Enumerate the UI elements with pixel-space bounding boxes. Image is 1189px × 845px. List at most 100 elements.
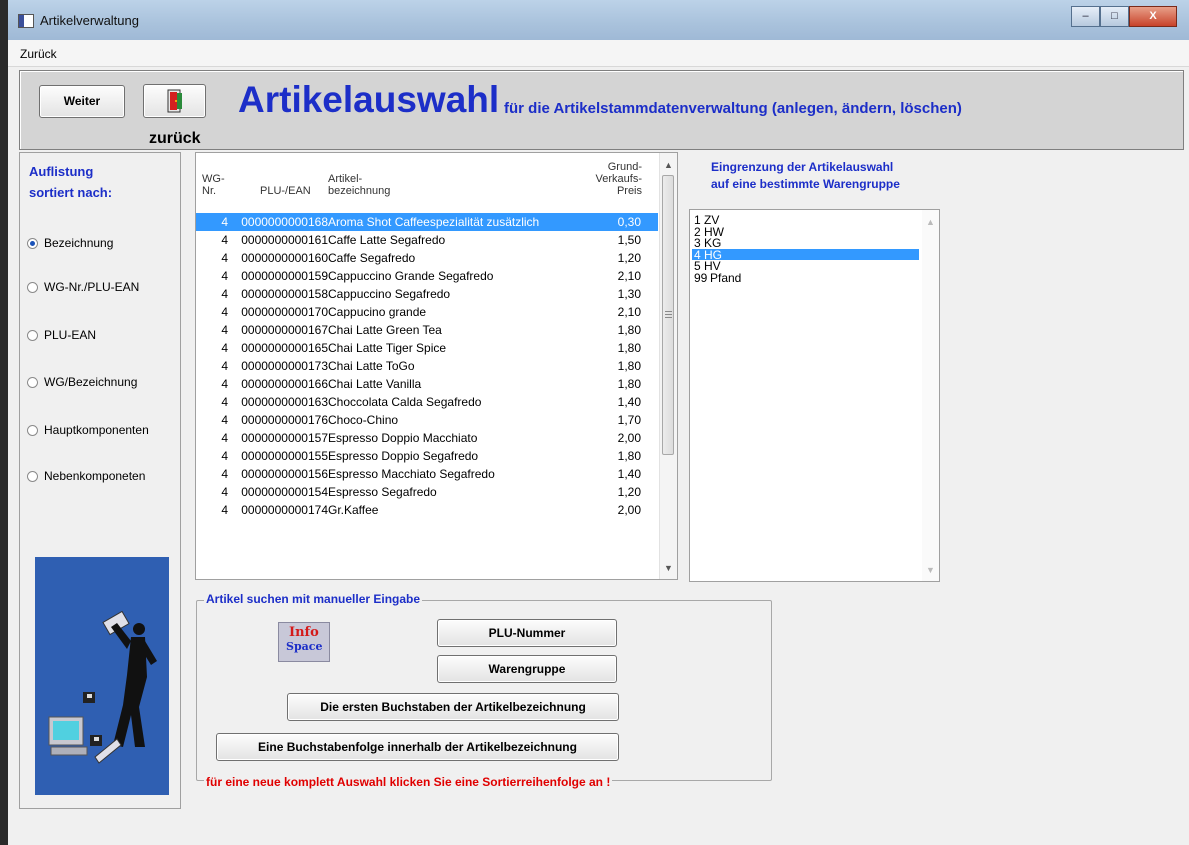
header-panel: Weiter zurück Artikelauswahl für die Art…: [19, 70, 1184, 150]
warengruppe-item[interactable]: 1 ZV: [692, 214, 919, 226]
article-plu: 0000000000173: [241, 359, 328, 373]
article-price: 1,80: [617, 341, 641, 355]
article-row[interactable]: 4 0000000000157 Espresso Doppio Macchiato 2…: [196, 429, 658, 447]
warengruppe-item[interactable]: 5 HV: [692, 260, 919, 272]
article-row[interactable]: 4 0000000000176 Choco-Chino 1,70: [196, 411, 658, 429]
minimize-button[interactable]: –: [1071, 6, 1100, 27]
menu-item-zurueck[interactable]: Zurück: [20, 47, 57, 61]
article-plu: 0000000000159: [241, 269, 328, 283]
sort-option-hauptkomponenten[interactable]: Hauptkomponenten: [27, 423, 149, 437]
scroll-up-arrow-icon[interactable]: ▲: [922, 214, 939, 231]
warengruppe-item[interactable]: 99 Pfand: [692, 272, 919, 284]
radio-button[interactable]: [27, 470, 38, 482]
article-row[interactable]: 4 0000000000174 Gr.Kaffee 2,00: [196, 501, 658, 519]
article-plu: 0000000000168: [241, 215, 328, 229]
sort-option-label: Nebenkomponeten: [44, 469, 146, 483]
header-price-line3: Preis: [616, 185, 642, 197]
warengruppe-item[interactable]: 4 HG: [692, 248, 919, 261]
sort-option-label: Hauptkomponenten: [44, 423, 149, 437]
warengruppe-list[interactable]: 1 ZV 2 HW 3 KG 4 HG 5 HV 99 Pfand ▲ ▼: [689, 209, 940, 582]
scroll-down-arrow-icon[interactable]: ▼: [922, 562, 939, 579]
article-price: 1,80: [617, 323, 641, 337]
article-row[interactable]: 4 0000000000159 Cappuccino Grande Segafred…: [196, 267, 658, 285]
article-name: Espresso Segafredo: [328, 485, 437, 499]
article-list-scrollbar[interactable]: ▲ ▼: [659, 153, 677, 579]
article-name: Espresso Doppio Segafredo: [328, 449, 479, 463]
article-row[interactable]: 4 0000000000161 Caffe Latte Segafredo 1,50: [196, 231, 658, 249]
sort-option-wg-plu[interactable]: WG-Nr./PLU-EAN: [27, 280, 139, 294]
article-list-header: WG- Nr. PLU-/EAN Artikel- bezeichnung Gr…: [196, 153, 658, 209]
warengruppe-item[interactable]: 2 HW: [692, 226, 919, 238]
article-plu: 0000000000174: [241, 503, 328, 517]
header-name-line1: Artikel-: [328, 173, 363, 185]
article-name: Aroma Shot Caffeespezialität zusätzlich: [328, 215, 540, 229]
article-price: 1,20: [617, 251, 641, 265]
warengruppe-item[interactable]: 3 KG: [692, 237, 919, 249]
article-row[interactable]: 4 0000000000155 Espresso Doppio Segafredo 1…: [196, 447, 658, 465]
article-price: 1,80: [617, 377, 641, 391]
header-wg-line1: WG-: [202, 173, 225, 185]
header-plu: PLU-/EAN: [260, 185, 311, 197]
title-bar[interactable]: Artikelverwaltung – □ X: [8, 0, 1189, 40]
article-price: 2,00: [617, 503, 641, 517]
article-row[interactable]: 4 0000000000170 Cappucino grande 2,10: [196, 303, 658, 321]
article-row[interactable]: 4 0000000000173 Chai Latte ToGo 1,80: [196, 357, 658, 375]
article-list[interactable]: WG- Nr. PLU-/EAN Artikel- bezeichnung Gr…: [195, 152, 678, 580]
header-name-line2: bezeichnung: [328, 185, 391, 197]
warengruppe-button[interactable]: Warengruppe: [437, 655, 617, 683]
close-button[interactable]: X: [1129, 6, 1177, 27]
article-name: Cappuccino Grande Segafredo: [328, 269, 494, 283]
article-price: 1,30: [617, 287, 641, 301]
article-row[interactable]: 4 0000000000154 Espresso Segafredo 1,20: [196, 483, 658, 501]
article-row[interactable]: 4 0000000000156 Espresso Macchiato Segafre…: [196, 465, 658, 483]
zurueck-button[interactable]: [143, 84, 206, 118]
warengruppe-scrollbar[interactable]: ▲ ▼: [922, 210, 939, 581]
scroll-up-arrow-icon[interactable]: ▲: [660, 157, 677, 174]
article-price: 1,70: [617, 413, 641, 427]
plu-nummer-button[interactable]: PLU-Nummer: [437, 619, 617, 647]
article-row[interactable]: 4 0000000000163 Choccolata Calda Segafredo…: [196, 393, 658, 411]
article-row[interactable]: 4 0000000000166 Chai Latte Vanilla 1,80: [196, 375, 658, 393]
header-price-line1: Grund-: [607, 161, 642, 173]
article-plu: 0000000000166: [241, 377, 328, 391]
weiter-button[interactable]: Weiter: [39, 85, 125, 118]
radio-button[interactable]: [27, 281, 38, 293]
article-price: 1,80: [617, 359, 641, 373]
first-letters-button[interactable]: Die ersten Buchstaben der Artikelbezeich…: [287, 693, 619, 721]
article-price: 1,50: [617, 233, 641, 247]
sort-title: Auflistung sortiert nach:: [29, 161, 112, 203]
scrollbar-thumb[interactable]: [662, 175, 674, 455]
header-wg-line2: Nr.: [202, 185, 217, 197]
sort-option-plu-ean[interactable]: PLU-EAN: [27, 328, 96, 342]
sort-option-wg-bezeichnung[interactable]: WG/Bezeichnung: [27, 375, 137, 389]
sort-option-bezeichnung[interactable]: Bezeichnung: [27, 236, 113, 250]
maximize-button[interactable]: □: [1100, 6, 1129, 27]
article-plu: 0000000000158: [241, 287, 328, 301]
article-plu: 0000000000167: [241, 323, 328, 337]
article-plu: 0000000000161: [241, 233, 328, 247]
warengruppe-title: Eingrenzung der Artikelauswahl auf eine …: [711, 159, 900, 193]
scroll-down-arrow-icon[interactable]: ▼: [660, 560, 677, 577]
sort-option-nebenkomponeten[interactable]: Nebenkomponeten: [27, 469, 145, 483]
zurueck-label: zurück: [149, 130, 201, 147]
article-price: 2,00: [617, 431, 641, 445]
article-plu: 0000000000170: [241, 305, 328, 319]
article-name: Caffe Latte Segafredo: [328, 233, 446, 247]
warengruppe-rows: 1 ZV 2 HW 3 KG 4 HG 5 HV 99 Pfand: [692, 214, 919, 284]
article-row[interactable]: 4 0000000000165 Chai Latte Tiger Spice 1,80: [196, 339, 658, 357]
article-row[interactable]: 4 0000000000168 Aroma Shot Caffeespezialit…: [196, 213, 658, 231]
letter-sequence-button[interactable]: Eine Buchstabenfolge innerhalb der Artik…: [216, 733, 619, 761]
article-name: Cappucino grande: [328, 305, 427, 319]
article-row[interactable]: 4 0000000000160 Caffe Segafredo 1,20: [196, 249, 658, 267]
page-subtitle: für die Artikelstammdatenverwaltung (anl…: [504, 100, 962, 117]
manual-search-group: Artikel suchen mit manueller Eingabe Inf…: [196, 592, 772, 789]
radio-button[interactable]: [27, 424, 38, 436]
radio-button[interactable]: [27, 329, 38, 341]
sort-option-label: WG-Nr./PLU-EAN: [44, 280, 140, 294]
article-plu: 0000000000163: [241, 395, 328, 409]
article-row[interactable]: 4 0000000000167 Chai Latte Green Tea 1,80: [196, 321, 658, 339]
article-name: Chai Latte Green Tea: [328, 323, 442, 337]
article-row[interactable]: 4 0000000000158 Cappuccino Segafredo 1,30: [196, 285, 658, 303]
radio-button[interactable]: [27, 376, 38, 388]
radio-button-selected[interactable]: [27, 237, 38, 249]
